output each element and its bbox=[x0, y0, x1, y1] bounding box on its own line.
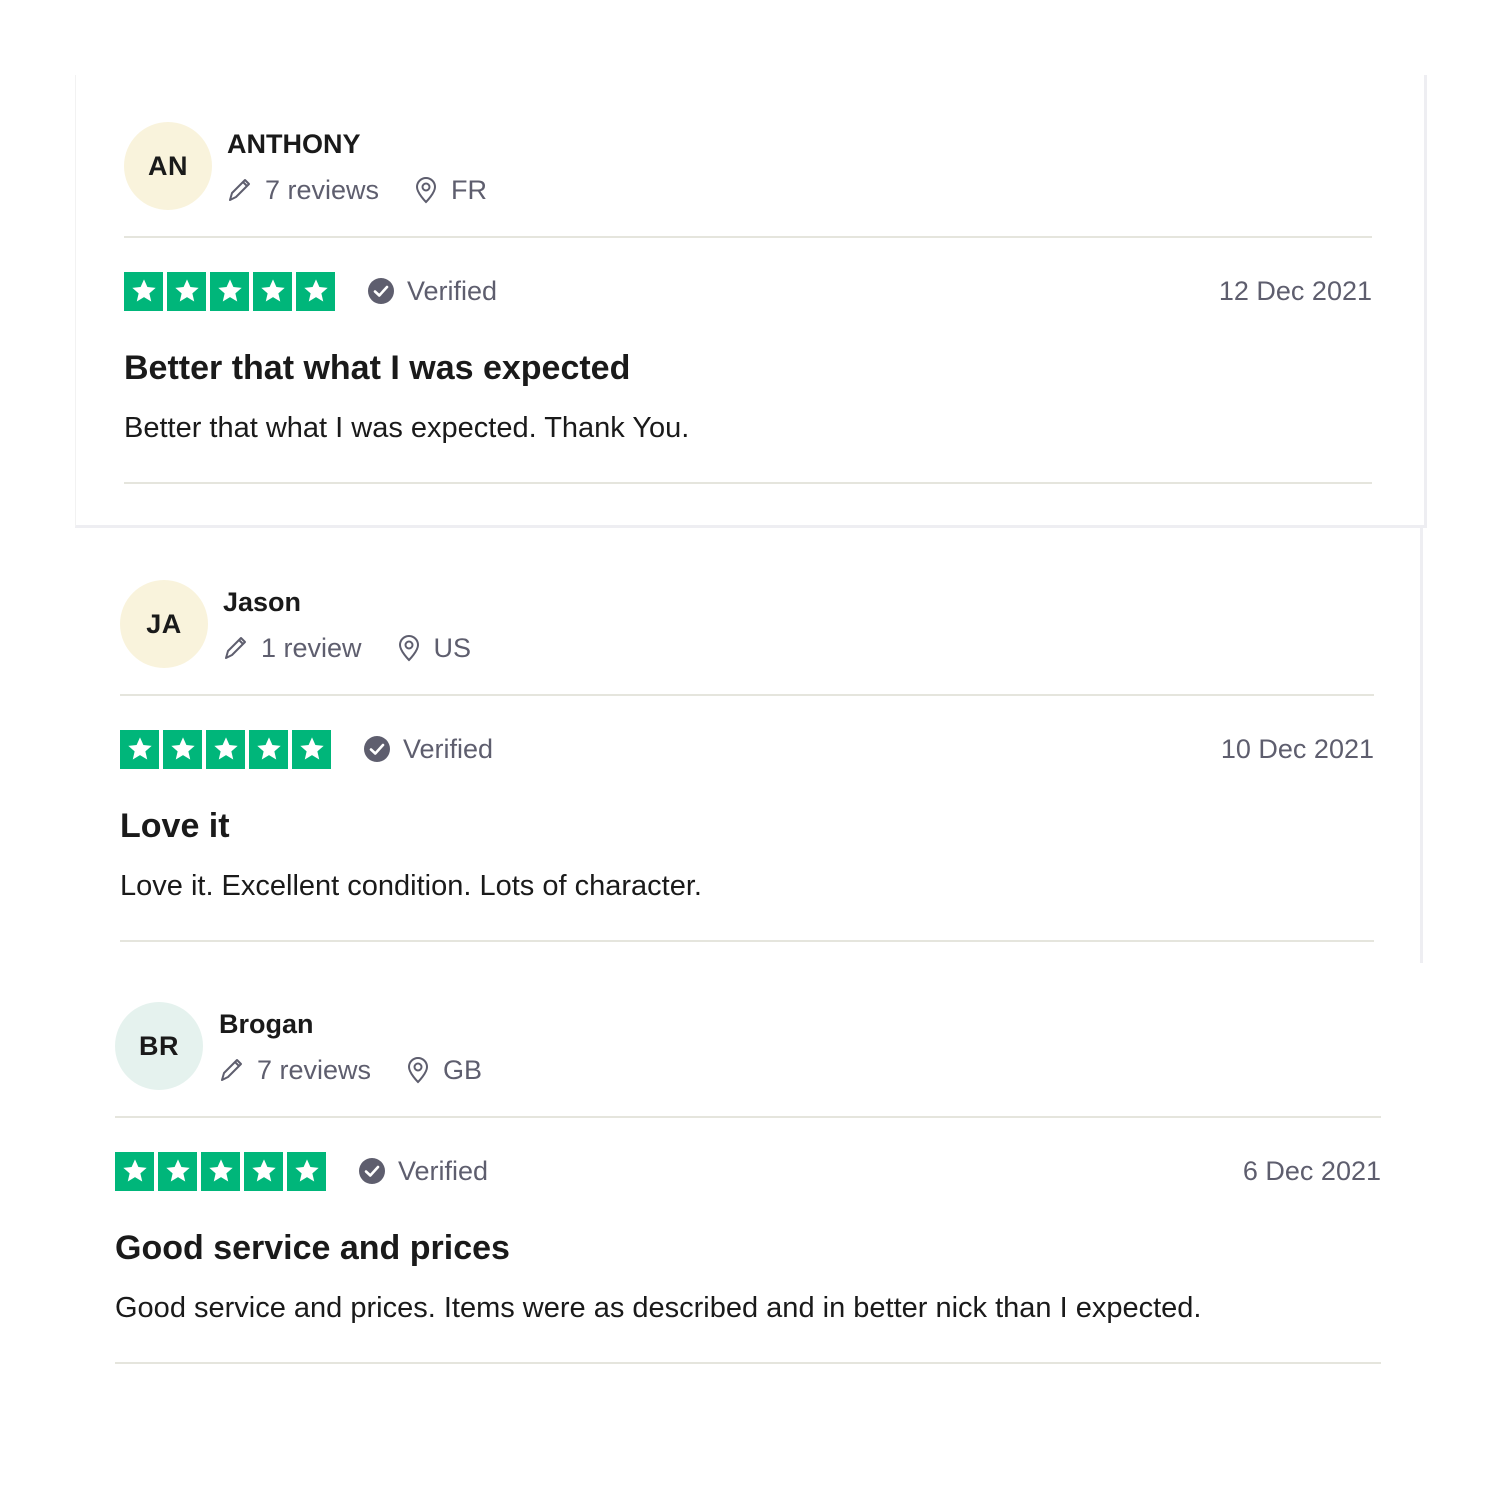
divider bbox=[120, 694, 1374, 696]
country-code: GB bbox=[443, 1054, 483, 1085]
country-code: FR bbox=[451, 174, 488, 205]
verified-badge[interactable]: Verified bbox=[363, 734, 493, 765]
review-card: JA Jason 1 review US Verified 10 Dec 202… bbox=[120, 574, 1374, 942]
country: US bbox=[396, 632, 472, 664]
star-icon bbox=[120, 729, 159, 769]
star-icon bbox=[287, 1151, 326, 1191]
verified-check-icon bbox=[359, 1158, 385, 1184]
verified-badge[interactable]: Verified bbox=[367, 276, 497, 307]
consumer-info[interactable]: AN ANTHONY 7 reviews FR bbox=[124, 116, 1372, 216]
pencil-icon bbox=[225, 637, 246, 659]
star-icon bbox=[206, 729, 245, 769]
review-count: 7 reviews bbox=[219, 1055, 371, 1086]
divider bbox=[115, 1116, 1381, 1118]
star-icon bbox=[210, 271, 249, 311]
review-card: AN ANTHONY 7 reviews FR Verified 12 Dec … bbox=[124, 116, 1372, 484]
card-border-2 bbox=[1420, 528, 1423, 963]
review-count-text: 1 review bbox=[261, 632, 362, 663]
consumer-name[interactable]: ANTHONY bbox=[227, 127, 487, 161]
review-title[interactable]: Good service and prices bbox=[115, 1228, 1381, 1268]
consumer-name[interactable]: Brogan bbox=[219, 1007, 482, 1041]
star-icon bbox=[124, 271, 163, 311]
star-icon bbox=[249, 729, 288, 769]
star-rating bbox=[115, 1151, 326, 1191]
avatar[interactable]: BR bbox=[115, 1002, 203, 1090]
review-count-text: 7 reviews bbox=[257, 1054, 372, 1085]
review-title[interactable]: Better that what I was expected bbox=[124, 348, 1372, 388]
pencil-icon bbox=[229, 179, 250, 201]
consumer-info[interactable]: JA Jason 1 review US bbox=[120, 574, 1374, 674]
star-icon bbox=[167, 271, 206, 311]
verified-check-icon bbox=[364, 736, 390, 762]
divider bbox=[124, 236, 1372, 238]
divider bbox=[124, 482, 1372, 484]
location-pin-icon bbox=[398, 635, 419, 662]
country: FR bbox=[413, 175, 487, 206]
consumer-meta: 1 review US bbox=[223, 633, 471, 664]
review-text: Better that what I was expected. Thank Y… bbox=[124, 412, 690, 444]
star-rating bbox=[124, 271, 335, 311]
review-count: 1 review bbox=[223, 633, 362, 664]
consumer-meta: 7 reviews GB bbox=[219, 1055, 482, 1086]
divider bbox=[115, 1362, 1381, 1364]
consumer-meta: 7 reviews FR bbox=[227, 175, 487, 206]
avatar-initials: BR bbox=[139, 1030, 179, 1061]
review-date: 12 Dec 2021 bbox=[1218, 275, 1372, 306]
rating-row: Verified 12 Dec 2021 bbox=[124, 271, 1372, 311]
avatar-initials: JA bbox=[146, 608, 182, 639]
country-code: US bbox=[433, 632, 472, 663]
verified-badge[interactable]: Verified bbox=[358, 1156, 488, 1187]
review-text: Love it. Excellent condition. Lots of ch… bbox=[120, 870, 702, 902]
rating-row: Verified 6 Dec 2021 bbox=[115, 1151, 1381, 1191]
country: GB bbox=[405, 1055, 482, 1086]
star-icon bbox=[115, 1151, 154, 1191]
consumer-info[interactable]: BR Brogan 7 reviews GB bbox=[115, 996, 1381, 1096]
review-count: 7 reviews bbox=[227, 175, 379, 206]
star-icon bbox=[253, 271, 292, 311]
review-card: BR Brogan 7 reviews GB Verified 6 Dec 20… bbox=[115, 996, 1381, 1364]
review-title[interactable]: Love it bbox=[120, 806, 1374, 846]
verified-label: Verified bbox=[407, 275, 498, 306]
star-icon bbox=[158, 1151, 197, 1191]
star-icon bbox=[296, 271, 335, 311]
star-icon bbox=[292, 729, 331, 769]
star-icon bbox=[244, 1151, 283, 1191]
avatar-initials: AN bbox=[148, 150, 188, 181]
location-pin-icon bbox=[416, 177, 437, 204]
review-text: Good service and prices. Items were as d… bbox=[115, 1292, 1202, 1324]
review-date: 6 Dec 2021 bbox=[1242, 1155, 1381, 1186]
divider bbox=[120, 940, 1374, 942]
rating-row: Verified 10 Dec 2021 bbox=[120, 729, 1374, 769]
verified-label: Verified bbox=[403, 733, 494, 764]
avatar[interactable]: AN bbox=[124, 122, 212, 210]
star-rating bbox=[120, 729, 331, 769]
review-date: 10 Dec 2021 bbox=[1220, 733, 1374, 764]
location-pin-icon bbox=[408, 1057, 429, 1084]
avatar[interactable]: JA bbox=[120, 580, 208, 668]
pencil-icon bbox=[221, 1059, 242, 1081]
review-count-text: 7 reviews bbox=[265, 174, 380, 205]
star-icon bbox=[201, 1151, 240, 1191]
star-icon bbox=[163, 729, 202, 769]
verified-label: Verified bbox=[398, 1155, 489, 1186]
consumer-name[interactable]: Jason bbox=[223, 585, 471, 619]
verified-check-icon bbox=[368, 278, 394, 304]
